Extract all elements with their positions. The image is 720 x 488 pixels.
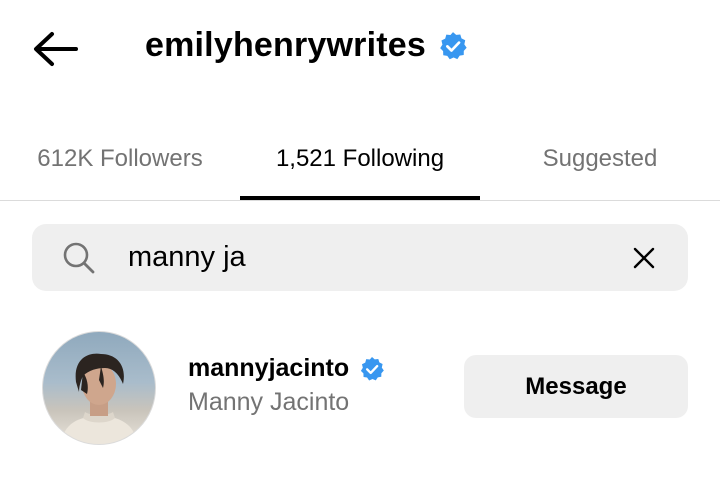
search-icon (63, 242, 95, 274)
top-bar: emilyhenrywrites (0, 0, 720, 100)
result-username[interactable]: mannyjacinto (188, 354, 349, 383)
page-title: emilyhenrywrites (145, 26, 426, 64)
verified-badge-icon (440, 31, 467, 59)
close-icon (633, 247, 655, 269)
avatar-photo (61, 353, 137, 444)
tab-followers[interactable]: 612K Followers (0, 118, 240, 200)
result-full-name: Manny Jacinto (188, 388, 350, 416)
tab-following[interactable]: 1,521 Following (240, 118, 480, 200)
follow-tabs: 612K Followers 1,521 Following Suggested (0, 118, 720, 201)
avatar[interactable] (42, 331, 156, 445)
verified-badge-icon (361, 356, 384, 381)
search-input[interactable] (128, 234, 598, 281)
search-bar (32, 224, 688, 291)
clear-search-button[interactable] (630, 244, 658, 272)
active-tab-indicator (240, 196, 480, 200)
list-item[interactable]: mannyjacinto Manny Jacinto Message (0, 320, 720, 456)
back-arrow-icon (34, 32, 78, 66)
username-row: mannyjacinto (188, 354, 385, 383)
back-button[interactable] (30, 28, 82, 70)
profile-title: emilyhenrywrites (145, 26, 468, 65)
message-button[interactable]: Message (464, 355, 688, 418)
tab-suggested[interactable]: Suggested (480, 118, 720, 200)
